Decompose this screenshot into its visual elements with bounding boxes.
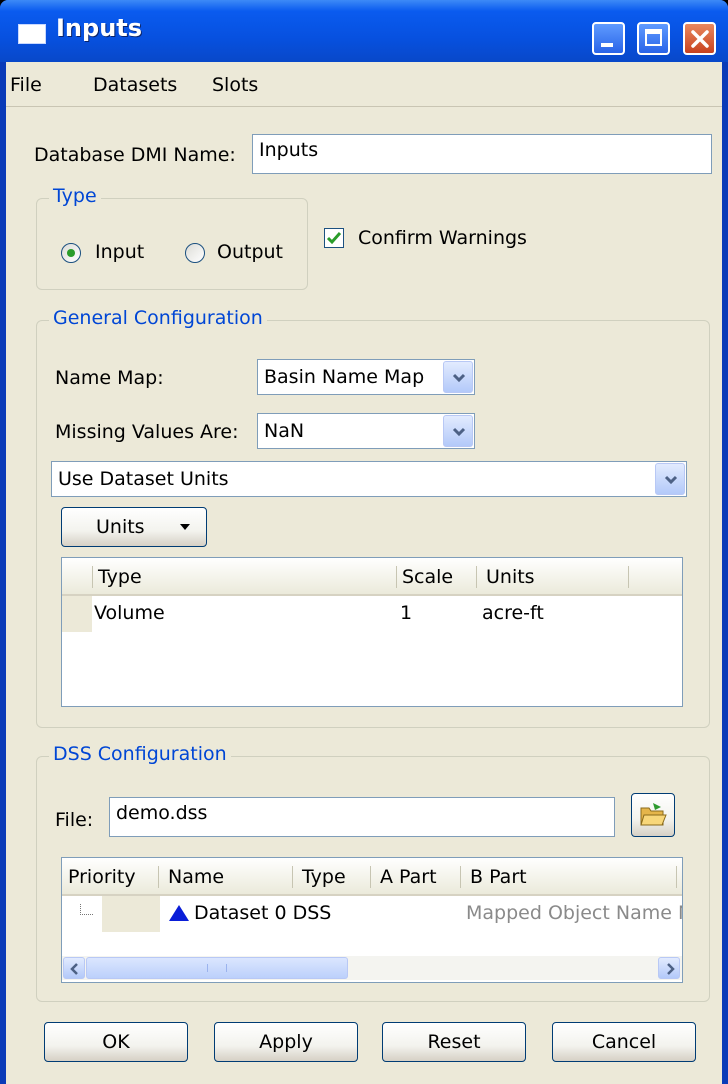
- cancel-button[interactable]: Cancel: [552, 1022, 696, 1062]
- radio-output[interactable]: [185, 243, 205, 263]
- name-map-label: Name Map:: [55, 367, 164, 389]
- maximize-icon: [645, 29, 662, 46]
- radio-input-label[interactable]: Input: [95, 241, 144, 263]
- dss-row-name: Dataset 0 DSS: [194, 902, 332, 924]
- missing-values-dropdown-button[interactable]: [443, 415, 473, 447]
- minimize-button[interactable]: [592, 22, 625, 55]
- ok-button-label: OK: [102, 1031, 130, 1053]
- name-map-value: Basin Name Map: [264, 366, 425, 388]
- chevron-left-icon: [70, 963, 78, 975]
- confirm-warnings-checkbox[interactable]: [324, 228, 344, 248]
- reset-button[interactable]: Reset: [382, 1022, 526, 1062]
- dss-row-b-part: Mapped Object Name N: [466, 902, 683, 924]
- chevron-right-icon: [667, 963, 675, 975]
- row-header-cell[interactable]: [62, 596, 92, 632]
- general-configuration-group: General Configuration Name Map: Basin Na…: [36, 307, 710, 728]
- open-folder-icon: [640, 803, 667, 826]
- chevron-down-icon: [664, 475, 678, 485]
- confirm-warnings-label[interactable]: Confirm Warnings: [358, 227, 527, 249]
- check-icon: [326, 232, 342, 245]
- radio-output-label[interactable]: Output: [217, 241, 283, 263]
- dss-configuration-group: DSS Configuration File: demo.dss Priorit…: [36, 743, 710, 1002]
- units-mode-dropdown-button[interactable]: [655, 463, 685, 495]
- dmi-name-value: Inputs: [259, 139, 319, 161]
- scroll-right-button[interactable]: [658, 957, 680, 979]
- radio-selected-dot: [67, 249, 75, 257]
- units-mode-select[interactable]: Use Dataset Units: [51, 461, 687, 497]
- scroll-left-button[interactable]: [63, 957, 85, 979]
- units-row-type: Volume: [94, 602, 165, 624]
- units-col-type[interactable]: Type: [98, 566, 142, 588]
- general-configuration-legend: General Configuration: [49, 307, 267, 329]
- app-window-icon: [18, 24, 46, 44]
- dss-col-b-part[interactable]: B Part: [470, 866, 527, 888]
- dss-col-a-part[interactable]: A Part: [380, 866, 437, 888]
- chevron-down-icon: [452, 373, 466, 383]
- dmi-name-input[interactable]: Inputs: [252, 134, 712, 174]
- dss-table-header: Priority Name Type A Part B Part: [62, 858, 682, 896]
- dss-configuration-legend: DSS Configuration: [49, 743, 231, 765]
- dss-col-name[interactable]: Name: [168, 866, 224, 888]
- browse-file-button[interactable]: [631, 793, 675, 837]
- units-table-header: Type Scale Units: [62, 558, 682, 596]
- menu-bar: File Datasets Slots: [6, 62, 722, 107]
- dialog-client: File Datasets Slots Database DMI Name: I…: [6, 62, 722, 1084]
- name-map-select[interactable]: Basin Name Map: [257, 359, 475, 395]
- type-group: Type Input Output: [36, 185, 308, 290]
- horizontal-scrollbar[interactable]: [62, 956, 682, 980]
- window-frame: Inputs File Datasets Slots Database DMI …: [0, 0, 728, 1084]
- apply-button[interactable]: Apply: [214, 1022, 358, 1062]
- triangle-icon: [169, 905, 189, 921]
- minimize-icon: [601, 43, 613, 47]
- window-title: Inputs: [56, 14, 143, 42]
- dss-col-type[interactable]: Type: [302, 866, 346, 888]
- menu-datasets[interactable]: Datasets: [93, 74, 177, 96]
- grip-icon: [207, 964, 227, 972]
- title-bar[interactable]: Inputs: [0, 0, 728, 62]
- units-row-scale: 1: [400, 602, 413, 624]
- dmi-name-label: Database DMI Name:: [34, 144, 236, 166]
- units-table: Type Scale Units Volume 1 acre-ft: [61, 557, 683, 707]
- dss-file-label: File:: [55, 809, 94, 831]
- type-group-legend: Type: [49, 185, 101, 207]
- chevron-down-icon: [452, 427, 466, 437]
- menu-file[interactable]: File: [10, 74, 42, 96]
- radio-input[interactable]: [61, 243, 81, 263]
- units-menu-button[interactable]: Units: [61, 507, 207, 547]
- dss-file-input[interactable]: demo.dss: [109, 797, 615, 837]
- close-icon: [691, 30, 709, 48]
- tree-connector: [80, 904, 93, 915]
- maximize-button[interactable]: [637, 22, 670, 55]
- units-mode-value: Use Dataset Units: [58, 468, 229, 490]
- missing-values-select[interactable]: NaN: [257, 413, 475, 449]
- apply-button-label: Apply: [259, 1031, 313, 1053]
- scroll-thumb[interactable]: [86, 957, 348, 979]
- close-button[interactable]: [683, 22, 716, 55]
- dss-datasets-table: Priority Name Type A Part B Part Dataset…: [61, 857, 683, 983]
- dss-col-priority[interactable]: Priority: [68, 866, 136, 888]
- dss-file-value: demo.dss: [116, 802, 208, 824]
- ok-button[interactable]: OK: [44, 1022, 188, 1062]
- units-button-label: Units: [96, 516, 145, 538]
- reset-button-label: Reset: [427, 1031, 481, 1053]
- units-col-units[interactable]: Units: [486, 566, 535, 588]
- menu-slots[interactable]: Slots: [212, 74, 258, 96]
- units-col-scale[interactable]: Scale: [402, 566, 453, 588]
- cancel-button-label: Cancel: [591, 1031, 657, 1053]
- missing-values-value: NaN: [264, 420, 305, 442]
- dss-row-priority-cell: [102, 896, 160, 932]
- dropdown-arrow-icon: [180, 524, 190, 530]
- units-row-units: acre-ft: [482, 602, 544, 624]
- missing-values-label: Missing Values Are:: [55, 421, 239, 443]
- name-map-dropdown-button[interactable]: [443, 361, 473, 393]
